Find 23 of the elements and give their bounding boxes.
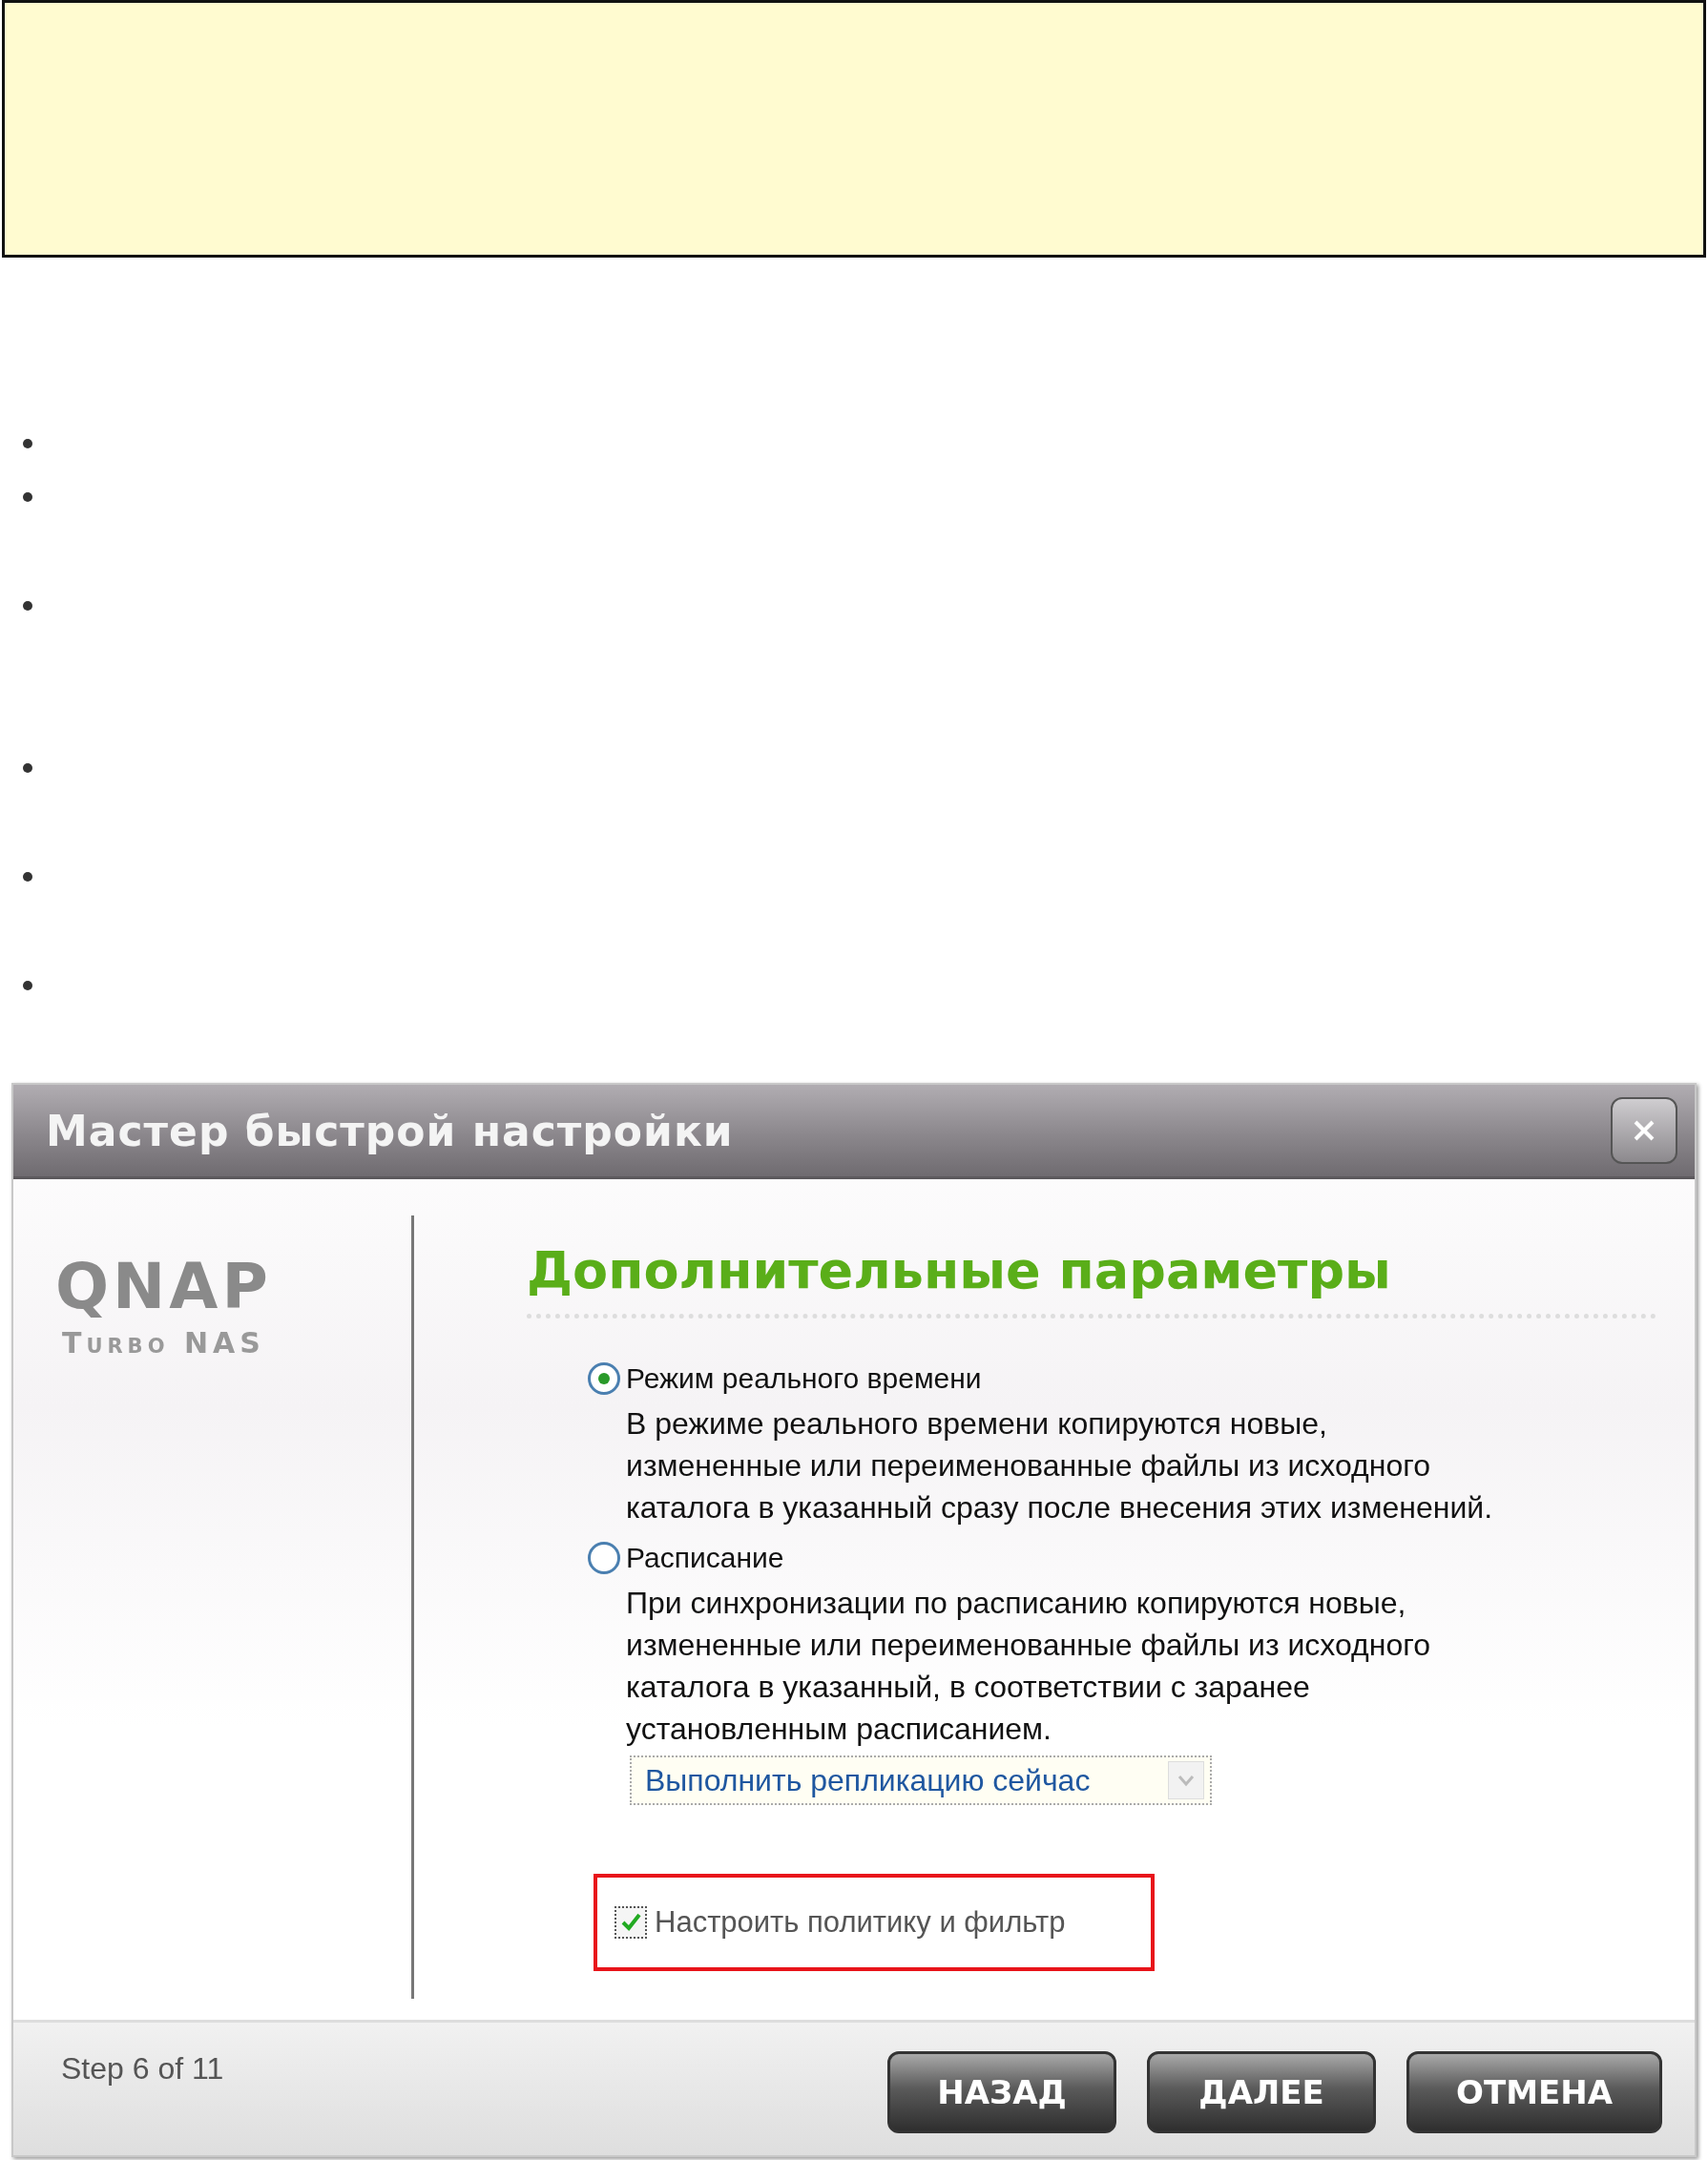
wizard-button[interactable]: НАЗАД (887, 2051, 1116, 2133)
option-label: Режим реального времени (626, 1362, 982, 1395)
checkbox[interactable] (614, 1906, 647, 1939)
schedule-dropdown[interactable]: Выполнить репликацию сейчас (630, 1755, 1212, 1805)
radio-button[interactable] (588, 1362, 620, 1395)
step-indicator: Step 6 of 11 (61, 2051, 224, 2087)
bullet-icon (23, 601, 32, 611)
section-heading: Дополнительные параметры (527, 1240, 1392, 1300)
bullet-icon (23, 439, 32, 448)
qnap-logo: QNAP Turbo NAS (55, 1256, 272, 1360)
option-description: В режиме реального времени копируются новые, измененные или переименованные файлы из исходного каталога в указанный сразу после внесения этих изменений. (626, 1405, 1494, 1527)
wizard-button[interactable]: ДАЛЕЕ (1147, 2051, 1376, 2133)
bullet-icon (23, 763, 32, 773)
checkbox-label: Настроить политику и фильтр (655, 1905, 1066, 1940)
window-title: Мастер быстрой настройки (46, 1106, 734, 1155)
bullet-icon (23, 872, 32, 882)
radio-button[interactable] (588, 1542, 620, 1574)
wizard-button[interactable]: ОТМЕНА (1406, 2051, 1662, 2133)
option-label: Расписание (626, 1542, 784, 1574)
bullet-icon (23, 981, 32, 990)
bullet-icon (23, 492, 32, 502)
close-button[interactable] (1611, 1097, 1677, 1164)
option-description: При синхронизации по расписанию копируются новые, измененные или переименованные файлы из исходного каталога в указанный, в соответствии с заранее установленным расписанием. (626, 1585, 1431, 1748)
